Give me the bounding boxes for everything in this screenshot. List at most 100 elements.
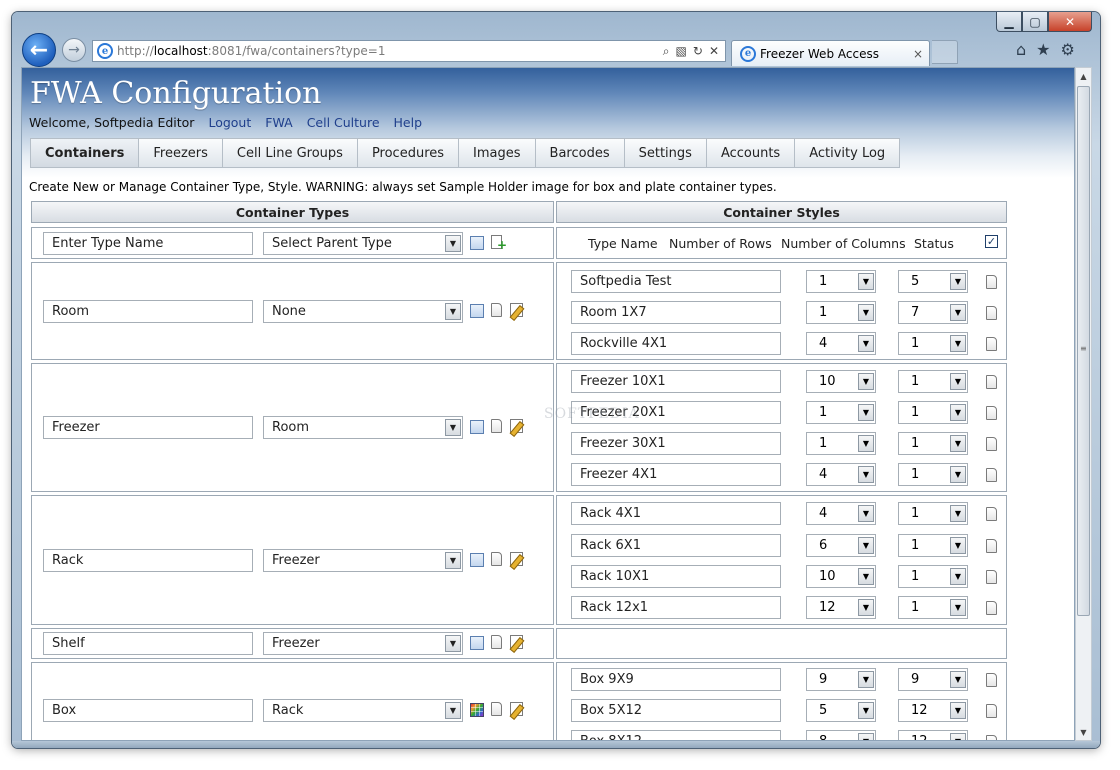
- style-name-input[interactable]: Rack 4X1: [571, 502, 781, 525]
- refresh-icon[interactable]: ↻: [693, 44, 703, 59]
- cell-culture-link[interactable]: Cell Culture: [307, 115, 380, 130]
- document-icon[interactable]: [986, 375, 997, 389]
- scroll-down-icon[interactable]: ▼: [1076, 724, 1091, 740]
- help-link[interactable]: Help: [394, 115, 423, 130]
- style-name-input[interactable]: Room 1X7: [571, 301, 781, 324]
- parent-type-select[interactable]: Freezer ▼: [263, 549, 463, 572]
- columns-select[interactable]: 7 ▼: [898, 301, 968, 324]
- compatibility-icon[interactable]: ▧: [676, 44, 687, 59]
- rows-select[interactable]: 1 ▼: [806, 401, 876, 424]
- close-window-button[interactable]: ✕: [1048, 12, 1092, 32]
- fwa-link[interactable]: FWA: [265, 115, 292, 130]
- tab-freezers[interactable]: Freezers: [138, 138, 222, 168]
- rows-select[interactable]: 6 ▼: [806, 534, 876, 557]
- document-icon[interactable]: [986, 601, 997, 615]
- style-name-input[interactable]: Rack 10X1: [571, 565, 781, 588]
- tab-accounts[interactable]: Accounts: [705, 138, 795, 168]
- rows-select[interactable]: 12 ▼: [806, 596, 876, 619]
- tab-close-icon[interactable]: ×: [913, 47, 923, 61]
- edit-icon[interactable]: [510, 635, 523, 649]
- document-icon[interactable]: [491, 419, 502, 433]
- type-name-input[interactable]: Shelf: [43, 632, 253, 655]
- style-name-input[interactable]: Freezer 30X1: [571, 432, 781, 455]
- columns-select[interactable]: 1 ▼: [898, 502, 968, 525]
- stop-icon[interactable]: ✕: [709, 44, 719, 59]
- document-icon[interactable]: [986, 406, 997, 420]
- new-tab-button[interactable]: [932, 40, 958, 64]
- style-name-input[interactable]: Box 5X12: [571, 699, 781, 722]
- sample-holder-icon[interactable]: [470, 420, 484, 434]
- parent-type-select[interactable]: Select Parent Type ▼: [263, 232, 463, 255]
- settings-gear-icon[interactable]: ⚙: [1061, 40, 1075, 59]
- columns-select[interactable]: 1 ▼: [898, 401, 968, 424]
- home-icon[interactable]: ⌂: [1016, 40, 1026, 59]
- columns-select[interactable]: 12 ▼: [898, 699, 968, 722]
- tab-containers[interactable]: Containers: [30, 138, 139, 168]
- parent-type-select[interactable]: None ▼: [263, 300, 463, 323]
- parent-type-select[interactable]: Rack ▼: [263, 699, 463, 722]
- document-icon[interactable]: [986, 306, 997, 320]
- address-bar[interactable]: e http://localhost:8081/fwa/containers?t…: [92, 40, 726, 62]
- edit-icon[interactable]: [510, 702, 523, 716]
- style-name-input[interactable]: Rockville 4X1: [571, 332, 781, 355]
- document-icon[interactable]: [986, 507, 997, 521]
- search-icon[interactable]: ⌕: [663, 44, 670, 59]
- favorites-star-icon[interactable]: ★: [1036, 40, 1050, 59]
- add-type-icon[interactable]: [491, 235, 507, 252]
- document-icon[interactable]: [491, 552, 502, 566]
- document-icon[interactable]: [986, 704, 997, 718]
- type-name-input[interactable]: Room: [43, 300, 253, 323]
- columns-select[interactable]: 9 ▼: [898, 668, 968, 691]
- tab-settings[interactable]: Settings: [623, 138, 706, 168]
- rows-select[interactable]: 4 ▼: [806, 332, 876, 355]
- type-name-input[interactable]: Rack: [43, 549, 253, 572]
- columns-select[interactable]: 1 ▼: [898, 370, 968, 393]
- document-icon[interactable]: [986, 468, 997, 482]
- document-icon[interactable]: [491, 635, 502, 649]
- rows-select[interactable]: 1 ▼: [806, 432, 876, 455]
- document-icon[interactable]: [986, 570, 997, 584]
- style-name-input[interactable]: Box 8X12: [571, 730, 781, 740]
- columns-select[interactable]: 1 ▼: [898, 534, 968, 557]
- style-name-input[interactable]: Freezer 10X1: [571, 370, 781, 393]
- columns-select[interactable]: 1 ▼: [898, 332, 968, 355]
- rows-select[interactable]: 1 ▼: [806, 270, 876, 293]
- document-icon[interactable]: [986, 437, 997, 451]
- tab-activity-log[interactable]: Activity Log: [794, 138, 901, 168]
- tab-procedures[interactable]: Procedures: [356, 138, 459, 168]
- columns-select[interactable]: 1 ▼: [898, 432, 968, 455]
- columns-select[interactable]: 5 ▼: [898, 270, 968, 293]
- tab-barcodes[interactable]: Barcodes: [534, 138, 624, 168]
- back-button[interactable]: ←: [22, 33, 56, 67]
- type-name-input[interactable]: Freezer: [43, 416, 253, 439]
- style-name-input[interactable]: Rack 12x1: [571, 596, 781, 619]
- document-icon[interactable]: [491, 303, 502, 317]
- sample-holder-icon[interactable]: [470, 636, 484, 650]
- document-icon[interactable]: [986, 673, 997, 687]
- logout-link[interactable]: Logout: [208, 115, 251, 130]
- browser-tab[interactable]: e Freezer Web Access ×: [731, 40, 930, 66]
- edit-icon[interactable]: [510, 552, 523, 566]
- select-all-checkbox[interactable]: ✓: [985, 235, 998, 248]
- style-name-input[interactable]: Softpedia Test: [571, 270, 781, 293]
- document-icon[interactable]: [986, 275, 997, 289]
- columns-select[interactable]: 12 ▼: [898, 730, 968, 740]
- columns-select[interactable]: 1 ▼: [898, 565, 968, 588]
- columns-select[interactable]: 1 ▼: [898, 596, 968, 619]
- sample-holder-icon[interactable]: [470, 553, 484, 567]
- document-icon[interactable]: [986, 337, 997, 351]
- vertical-scrollbar[interactable]: ▲ ≡ ▼: [1075, 67, 1092, 741]
- rows-select[interactable]: 10 ▼: [806, 565, 876, 588]
- rows-select[interactable]: 4 ▼: [806, 463, 876, 486]
- type-name-input[interactable]: Box: [43, 699, 253, 722]
- forward-button[interactable]: →: [62, 38, 86, 62]
- rows-select[interactable]: 8▼: [806, 730, 876, 740]
- sample-holder-icon[interactable]: [470, 236, 484, 250]
- maximize-button[interactable]: ▢: [1022, 12, 1048, 32]
- rows-select[interactable]: 5 ▼: [806, 699, 876, 722]
- rows-select[interactable]: 10 ▼: [806, 370, 876, 393]
- style-name-input[interactable]: Box 9X9: [571, 668, 781, 691]
- columns-select[interactable]: 1 ▼: [898, 463, 968, 486]
- minimize-button[interactable]: ▁: [996, 12, 1022, 32]
- rows-select[interactable]: 9 ▼: [806, 668, 876, 691]
